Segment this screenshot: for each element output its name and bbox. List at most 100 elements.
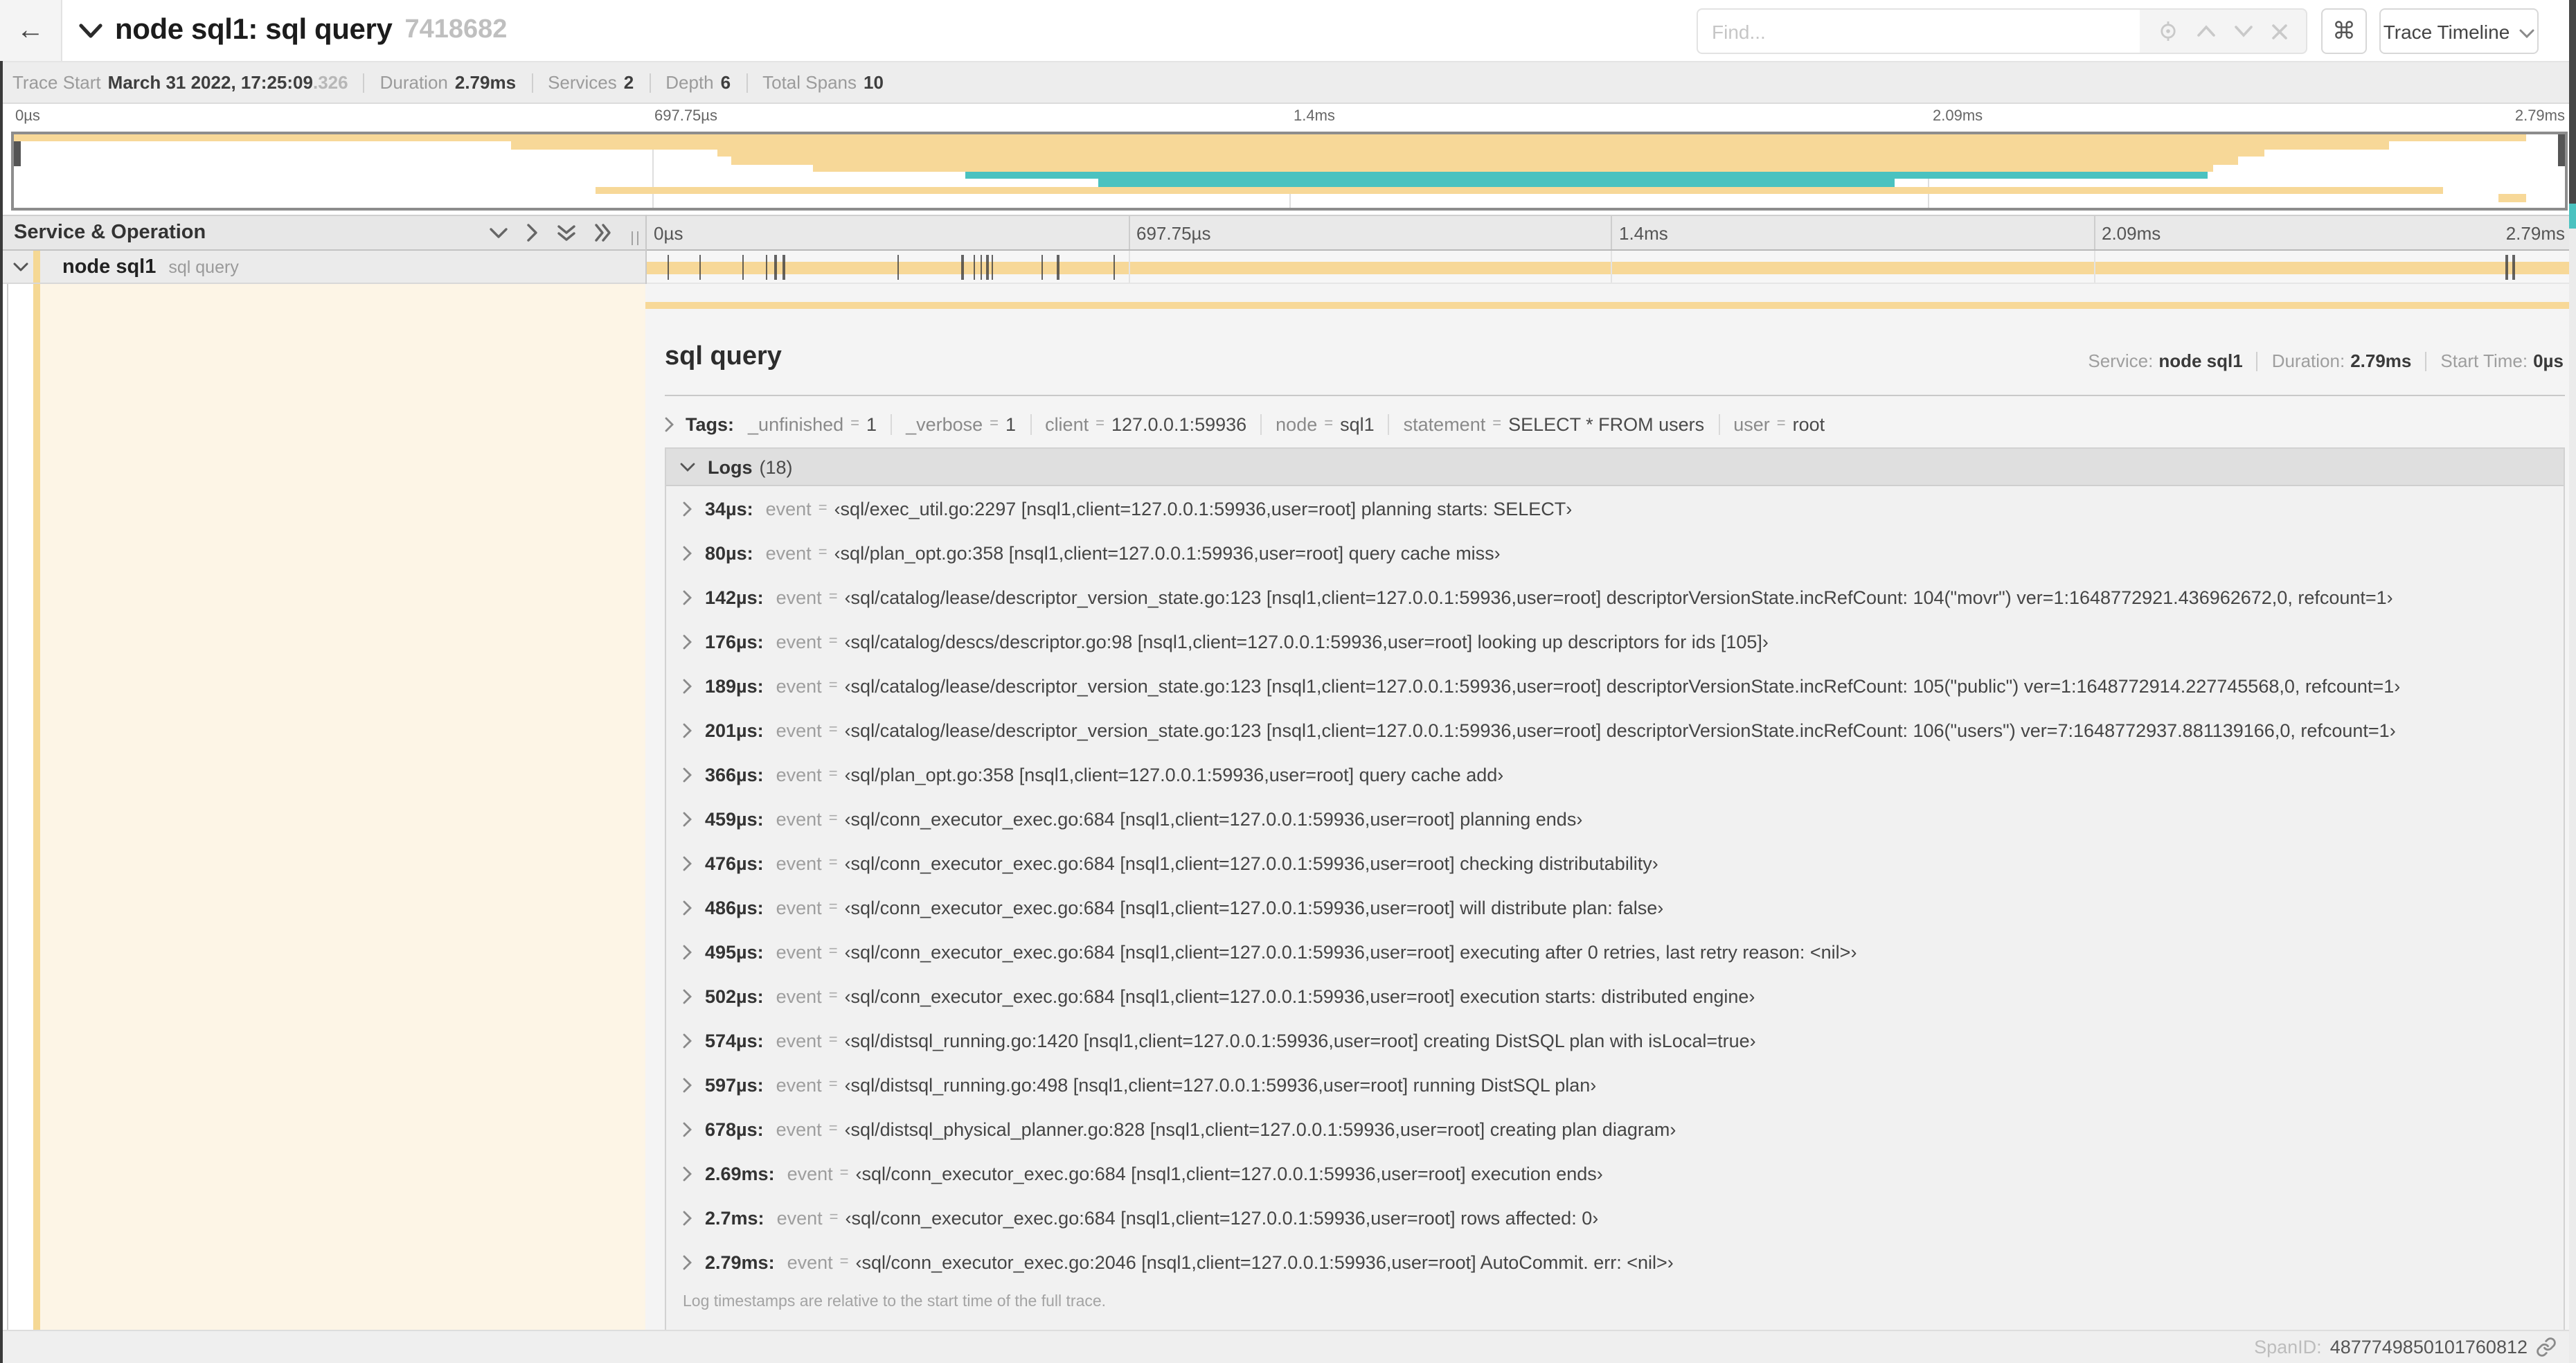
view-select-button[interactable]: Trace Timeline <box>2379 8 2539 54</box>
log-field-name: event <box>787 1163 833 1184</box>
logs-footnote: Log timestamps are relative to the start… <box>683 1294 1107 1310</box>
log-row[interactable]: 201µs: event = ‹sql/catalog/lease/descripto… <box>666 708 2564 752</box>
chevron-right-icon <box>683 634 692 649</box>
span-row-label[interactable]: node sql1 sql query <box>0 251 645 284</box>
log-row[interactable]: 2.7ms: event = ‹sql/conn_executor_exec.go:6… <box>666 1195 2564 1240</box>
log-row[interactable]: 176µs: event = ‹sql/catalog/descs/descripto… <box>666 619 2564 663</box>
tag-key: _unfinished <box>748 413 844 434</box>
log-message: ‹sql/distsql_physical_planner.go:828 [ns… <box>844 1119 1676 1139</box>
log-message: ‹sql/plan_opt.go:358 [nsql1,client=127.0… <box>844 764 1504 785</box>
equals-sign: = <box>828 722 838 738</box>
chevron-right-icon <box>683 944 692 959</box>
tag-value: sql1 <box>1340 413 1375 434</box>
chevron-right-icon <box>683 855 692 871</box>
prev-match-icon[interactable] <box>2197 25 2216 37</box>
log-row[interactable]: 597µs: event = ‹sql/distsql_running.go:498 … <box>666 1062 2564 1107</box>
back-arrow-icon: ← <box>17 15 44 45</box>
trace-summary-label: Duration <box>379 72 448 93</box>
log-message: ‹sql/distsql_running.go:1420 [nsql1,clie… <box>844 1030 1756 1051</box>
match-highlight-icon[interactable] <box>2158 21 2179 42</box>
ruler-gridline <box>1128 216 1129 249</box>
equals-sign: = <box>839 1165 849 1182</box>
log-message: ‹sql/conn_executor_exec.go:2046 [nsql1,c… <box>855 1251 1674 1272</box>
link-icon[interactable] <box>2536 1337 2557 1357</box>
log-row[interactable]: 678µs: event = ‹sql/distsql_physical_planne… <box>666 1107 2564 1151</box>
log-event-tick <box>2512 255 2515 280</box>
detail-footer: SpanID: 4877749850101760812 <box>0 1330 2576 1363</box>
log-timestamp: 459µs: <box>705 808 764 829</box>
log-row[interactable]: 80µs: event = ‹sql/plan_opt.go:358 [nsql1,c… <box>666 531 2564 575</box>
detail-left-gutter <box>0 284 33 1330</box>
log-row[interactable]: 476µs: event = ‹sql/conn_executor_exec.go:6… <box>666 841 2564 885</box>
column-divider[interactable] <box>645 215 647 284</box>
log-row[interactable]: 495µs: event = ‹sql/conn_executor_exec.go:6… <box>666 929 2564 974</box>
log-row[interactable]: 486µs: event = ‹sql/conn_executor_exec.go:6… <box>666 885 2564 929</box>
log-row[interactable]: 34µs: event = ‹sql/exec_util.go:2297 [nsql1… <box>666 486 2564 531</box>
log-message: ‹sql/conn_executor_exec.go:684 [nsql1,cl… <box>844 897 1664 918</box>
log-row[interactable]: 2.69ms: event = ‹sql/conn_executor_exec.go:… <box>666 1151 2564 1195</box>
log-field-name: event <box>776 1207 823 1228</box>
find-input[interactable] <box>1697 8 2140 54</box>
chevron-down-icon[interactable] <box>489 226 508 239</box>
span-detail-panel: sql query Service: node sql1 Duration: 2.79… <box>645 284 2576 1331</box>
tag-key: _verbose <box>906 413 983 434</box>
equals-sign: = <box>828 988 838 1004</box>
chevron-right-icon <box>683 545 692 560</box>
chevron-right-icon[interactable] <box>526 223 539 242</box>
log-message: ‹sql/catalog/lease/descriptor_version_st… <box>844 675 2401 696</box>
minimap-tick-label: 1.4ms <box>1294 108 1335 125</box>
equals-sign: = <box>828 589 838 605</box>
tag-key: user <box>1733 413 1770 434</box>
log-row[interactable]: 189µs: event = ‹sql/catalog/lease/descripto… <box>666 663 2564 708</box>
collapse-trace-chevron-icon[interactable] <box>79 23 102 38</box>
minimap-right-scrubber[interactable] <box>2558 134 2565 166</box>
log-message: ‹sql/conn_executor_exec.go:684 [nsql1,cl… <box>845 1207 1599 1228</box>
next-match-icon[interactable] <box>2234 25 2253 37</box>
divider <box>746 73 748 92</box>
tag-item: _verbose = 1 <box>906 413 1016 434</box>
divider <box>1260 413 1262 434</box>
tags-accordion[interactable]: Tags: _unfinished = 1 _verbose = 1 client = 127.… <box>665 407 1825 440</box>
span-row-bar-area[interactable] <box>645 251 2576 284</box>
equals-sign: = <box>828 1032 838 1049</box>
equals-sign: = <box>828 1121 838 1137</box>
double-chevron-right-icon[interactable] <box>594 223 612 242</box>
divider <box>649 73 651 92</box>
column-resize-grip[interactable] <box>632 231 641 245</box>
divider <box>363 73 365 92</box>
log-row[interactable]: 574µs: event = ‹sql/distsql_running.go:1420… <box>666 1018 2564 1062</box>
trace-summary-value: 10 <box>864 72 884 93</box>
minimap-span-bar <box>731 157 2239 165</box>
log-row[interactable]: 142µs: event = ‹sql/catalog/lease/descripto… <box>666 575 2564 619</box>
find-group <box>1697 8 2307 54</box>
log-timestamp: 502µs: <box>705 986 764 1006</box>
divider <box>2425 351 2427 371</box>
tag-item: statement = SELECT * FROM users <box>1404 413 1705 434</box>
log-event-tick <box>667 255 670 280</box>
back-button[interactable]: ← <box>0 0 62 61</box>
log-row[interactable]: 366µs: event = ‹sql/plan_opt.go:358 [nsql1,… <box>666 752 2564 796</box>
log-row[interactable]: 459µs: event = ‹sql/conn_executor_exec.go:6… <box>666 796 2564 841</box>
clear-find-icon[interactable] <box>2271 23 2288 39</box>
log-row[interactable]: 2.79ms: event = ‹sql/conn_executor_exec.go:… <box>666 1240 2564 1284</box>
log-field-name: event <box>776 675 822 696</box>
log-field-name: event <box>776 1074 822 1095</box>
scrollbar-thumb[interactable] <box>2569 0 2576 204</box>
trace-summary-label: Total Spans <box>762 72 857 93</box>
double-chevron-down-icon[interactable] <box>557 224 576 242</box>
tree-guide-line <box>7 284 8 1330</box>
divider <box>1388 413 1390 434</box>
log-event-tick <box>986 255 989 280</box>
logs-accordion-header[interactable]: Logs (18) <box>666 449 2564 486</box>
chevron-down-icon[interactable] <box>12 261 29 272</box>
keyboard-shortcuts-button[interactable]: ⌘ <box>2321 8 2367 54</box>
log-message: ‹sql/conn_executor_exec.go:684 [nsql1,cl… <box>844 853 1658 873</box>
timeline-minimap[interactable] <box>11 132 2568 211</box>
log-field-name: event <box>765 542 812 563</box>
chevron-right-icon <box>683 811 692 826</box>
tag-item: user = root <box>1733 413 1825 434</box>
log-row[interactable]: 502µs: event = ‹sql/conn_executor_exec.go:6… <box>666 974 2564 1018</box>
trace-summary-value: 6 <box>720 72 731 93</box>
page-scrollbar[interactable] <box>2569 0 2576 1363</box>
tag-key: statement <box>1403 413 1486 434</box>
